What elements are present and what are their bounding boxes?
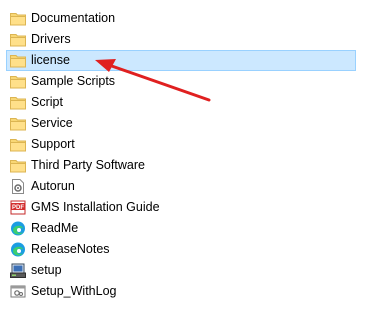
item-label: Autorun: [31, 179, 75, 193]
folder-icon: [10, 74, 26, 89]
folder-icon: [10, 11, 26, 26]
list-item-documentation[interactable]: Documentation: [6, 8, 366, 29]
svg-text:PDF: PDF: [12, 205, 24, 211]
item-label: Drivers: [31, 32, 71, 46]
pdf-icon: PDF: [10, 200, 26, 215]
item-label: license: [31, 53, 70, 67]
file-list: Documentation Drivers license Sample Scr…: [6, 8, 366, 302]
list-item-releasenotes[interactable]: ReleaseNotes: [6, 239, 366, 260]
item-label: Sample Scripts: [31, 74, 116, 88]
list-item-setup[interactable]: setup: [6, 260, 366, 281]
item-label: ReadMe: [31, 221, 79, 235]
setup-exe-icon: [10, 263, 26, 278]
batch-file-icon: [10, 284, 26, 299]
list-item-gms-installation-guide[interactable]: PDF GMS Installation Guide: [6, 197, 366, 218]
item-label: GMS Installation Guide: [31, 200, 160, 214]
folder-icon: [10, 32, 26, 47]
item-label: Script: [31, 95, 63, 109]
list-item-third-party-software[interactable]: Third Party Software: [6, 155, 366, 176]
item-label: Third Party Software: [31, 158, 145, 172]
list-item-support[interactable]: Support: [6, 134, 366, 155]
folder-icon: [10, 137, 26, 152]
folder-icon: [10, 116, 26, 131]
list-item-sample-scripts[interactable]: Sample Scripts: [6, 71, 366, 92]
list-item-service[interactable]: Service: [6, 113, 366, 134]
list-item-script[interactable]: Script: [6, 92, 366, 113]
folder-icon: [10, 158, 26, 173]
list-item-autorun[interactable]: Autorun: [6, 176, 366, 197]
autorun-inf-icon: [10, 179, 26, 194]
item-label: Documentation: [31, 11, 116, 25]
folder-icon: [10, 53, 26, 68]
item-label: ReleaseNotes: [31, 242, 110, 256]
edge-html-icon: [10, 221, 26, 236]
item-label: setup: [31, 263, 62, 277]
list-item-readme[interactable]: ReadMe: [6, 218, 366, 239]
edge-html-icon: [10, 242, 26, 257]
folder-icon: [10, 95, 26, 110]
list-item-setup-withlog[interactable]: Setup_WithLog: [6, 281, 366, 302]
item-label: Service: [31, 116, 73, 130]
item-label: Support: [31, 137, 75, 151]
item-label: Setup_WithLog: [31, 284, 117, 298]
list-item-drivers[interactable]: Drivers: [6, 29, 366, 50]
list-item-license[interactable]: license: [6, 50, 356, 71]
